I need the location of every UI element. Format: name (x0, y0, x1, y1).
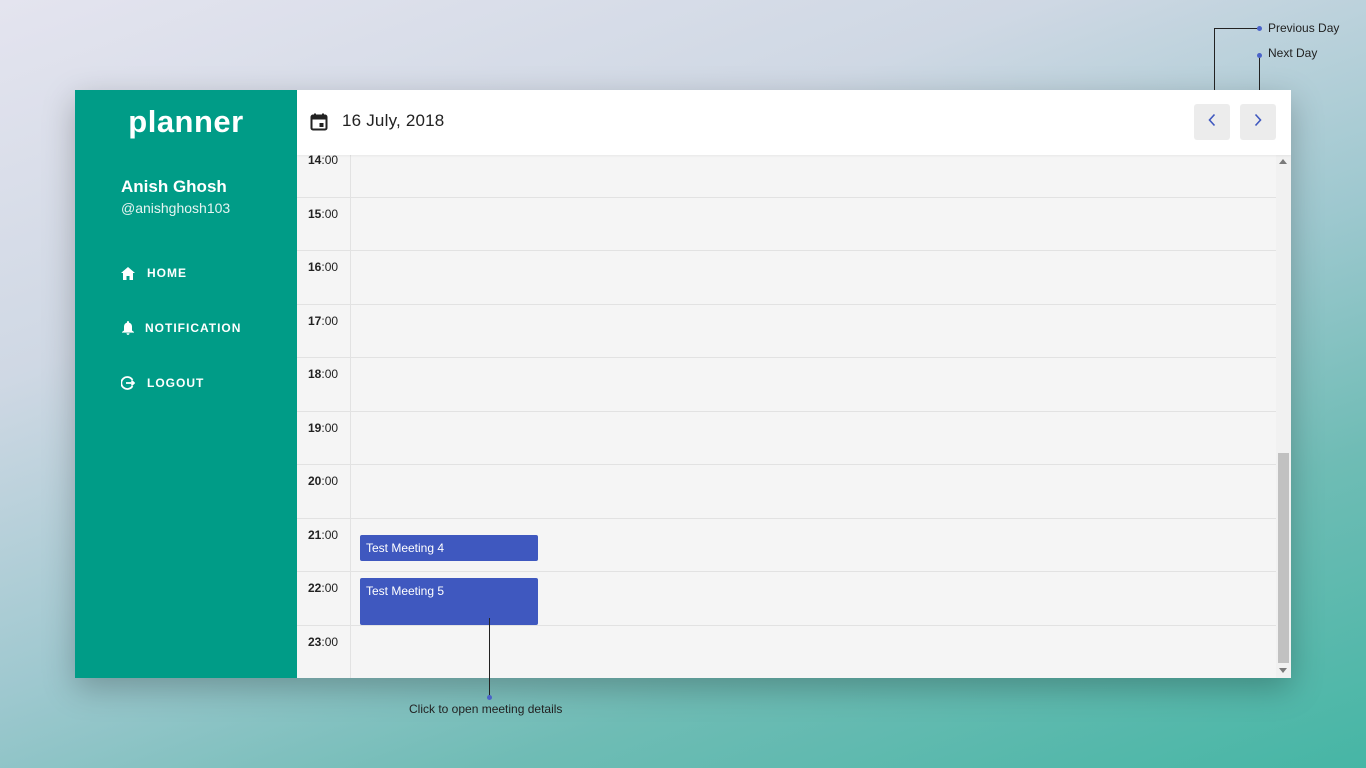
hour-row: 16:00 (297, 251, 1276, 305)
chevron-right-icon (1253, 113, 1263, 132)
timeline-scrollbar[interactable] (1276, 155, 1291, 678)
home-icon (121, 266, 135, 280)
hour-label: 21:00 (308, 527, 339, 542)
user-name: Anish Ghosh (121, 177, 227, 196)
hour-row: 14:00 (297, 155, 1276, 198)
day-timeline[interactable]: 14:00 15:00 16:00 17:00 18:00 19:00 20:0… (297, 155, 1276, 678)
callout-dot (1257, 53, 1262, 58)
meeting-callout-line (489, 618, 490, 697)
hour-label: 18:00 (308, 367, 339, 381)
hour-label: 20:00 (308, 474, 339, 488)
hour-row: 18:00 (297, 358, 1276, 412)
nav-logout[interactable]: LOGOUT (121, 372, 204, 394)
main-panel: 16 July, 2018 14:00 15:00 16:00 17:00 18… (297, 90, 1291, 678)
user-handle: @anishghosh103 (121, 200, 231, 216)
hour-label: 14:00 (308, 155, 339, 167)
hour-label: 17:00 (308, 313, 339, 328)
hour-label: 23:00 (308, 634, 339, 649)
hour-row: 17:00 (297, 305, 1276, 358)
bell-icon (121, 321, 135, 335)
chevron-left-icon (1207, 113, 1217, 132)
calendar-icon (310, 113, 328, 131)
previous-day-callout-line (1214, 28, 1259, 29)
hour-row: 19:00 (297, 412, 1276, 465)
meeting-event[interactable]: Test Meeting 5 (360, 578, 538, 625)
nav-home-label: HOME (147, 266, 187, 280)
date-header: 16 July, 2018 (297, 90, 1291, 155)
previous-day-button[interactable] (1194, 104, 1230, 140)
time-gutter-divider (350, 155, 351, 678)
meeting-event[interactable]: Test Meeting 4 (360, 535, 538, 561)
planner-app: planner Anish Ghosh @anishghosh103 HOME … (75, 90, 1291, 678)
hour-label: 22:00 (308, 581, 339, 595)
nav-notification-label: NOTIFICATION (145, 321, 242, 335)
nav-home[interactable]: HOME (121, 262, 187, 284)
hour-row: 23:00 (297, 626, 1276, 679)
scroll-down-arrow-icon[interactable] (1279, 668, 1287, 673)
current-date: 16 July, 2018 (342, 111, 445, 130)
logout-icon (121, 376, 135, 390)
hour-label: 15:00 (308, 206, 339, 221)
hour-label: 19:00 (308, 420, 339, 435)
previous-day-callout-line (1214, 28, 1215, 98)
scroll-up-arrow-icon[interactable] (1279, 159, 1287, 164)
sidebar: planner Anish Ghosh @anishghosh103 HOME … (75, 90, 297, 678)
callout-dot (487, 695, 492, 700)
nav-notification[interactable]: NOTIFICATION (121, 317, 241, 339)
next-day-annotation: Next Day (1268, 46, 1318, 60)
scroll-thumb[interactable] (1278, 453, 1289, 663)
meeting-details-annotation: Click to open meeting details (409, 702, 563, 716)
brand-logo: planner (128, 104, 244, 139)
next-day-button[interactable] (1240, 104, 1276, 140)
hour-label: 16:00 (308, 260, 339, 274)
hour-row: 20:00 (297, 465, 1276, 519)
hour-row: 15:00 (297, 198, 1276, 251)
previous-day-annotation: Previous Day (1268, 21, 1340, 35)
nav-logout-label: LOGOUT (147, 376, 205, 390)
callout-dot (1257, 26, 1262, 31)
